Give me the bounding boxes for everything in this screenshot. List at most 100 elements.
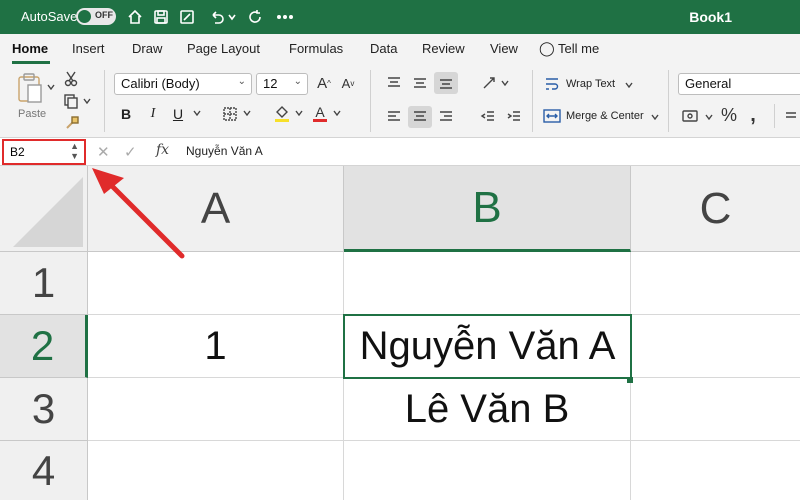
tab-formulas[interactable]: Formulas xyxy=(289,41,343,56)
align-center-icon[interactable] xyxy=(408,106,432,128)
orientation-icon[interactable] xyxy=(478,72,502,94)
font-size-value: 12 xyxy=(263,76,278,91)
ribbon-separator xyxy=(668,70,669,132)
name-box-value: B2 xyxy=(10,145,25,159)
merge-center-icon[interactable] xyxy=(542,106,562,126)
paste-icon[interactable] xyxy=(14,70,46,106)
column-header-a[interactable]: A xyxy=(88,166,344,252)
align-top-icon[interactable] xyxy=(382,72,406,94)
redo-icon[interactable] xyxy=(244,6,266,28)
comma-style-icon[interactable]: , xyxy=(744,104,762,126)
paste-label: Paste xyxy=(18,108,47,120)
home-icon[interactable] xyxy=(124,6,146,28)
tab-insert[interactable]: Insert xyxy=(72,41,105,56)
tab-data[interactable]: Data xyxy=(370,41,397,56)
column-header-b[interactable]: B xyxy=(344,166,631,252)
number-format-value: General xyxy=(685,76,732,91)
name-box[interactable]: B2 ▲ ▼ xyxy=(2,139,86,165)
cell-c4[interactable] xyxy=(631,441,800,500)
wrap-text-icon[interactable] xyxy=(542,74,562,94)
chevron-down-icon: ⌄ xyxy=(293,76,302,87)
cell-c2[interactable] xyxy=(631,315,800,378)
tab-home[interactable]: Home xyxy=(12,41,48,56)
cell-c1[interactable] xyxy=(631,252,800,315)
accounting-format-icon[interactable] xyxy=(680,106,702,126)
tab-draw[interactable]: Draw xyxy=(132,41,162,56)
undo-dropdown-icon[interactable] xyxy=(226,6,238,28)
cell-c3[interactable] xyxy=(631,378,800,441)
decrease-indent-icon[interactable] xyxy=(476,106,500,128)
cell-a1[interactable] xyxy=(88,252,344,315)
font-size-select[interactable]: 12 ⌄ xyxy=(256,73,308,95)
borders-dropdown-icon[interactable] xyxy=(242,108,252,118)
enter-icon[interactable]: ✓ xyxy=(124,143,137,161)
lightbulb-icon: ◯ xyxy=(539,40,555,56)
font-color-dropdown-icon[interactable] xyxy=(332,108,342,118)
row-header-2[interactable]: 2 xyxy=(0,315,88,378)
number-format-select[interactable]: General xyxy=(678,73,800,95)
increase-decimal-icon[interactable] xyxy=(782,106,800,126)
tab-page-layout[interactable]: Page Layout xyxy=(187,41,260,56)
fill-color-dropdown-icon[interactable] xyxy=(294,108,304,118)
ribbon-tabs: Home Insert Draw Page Layout Formulas Da… xyxy=(0,34,800,64)
increase-font-size-icon[interactable]: A ^ xyxy=(314,73,334,93)
ribbon-separator xyxy=(774,104,775,128)
select-all-triangle xyxy=(13,177,83,247)
copy-dropdown-icon[interactable] xyxy=(82,96,92,106)
align-middle-icon[interactable] xyxy=(408,72,432,94)
font-color-icon[interactable]: A xyxy=(310,102,330,124)
align-bottom-icon[interactable] xyxy=(434,72,458,94)
select-all-button[interactable] xyxy=(0,166,88,252)
italic-button[interactable]: I xyxy=(145,104,161,124)
more-icon[interactable] xyxy=(274,6,296,28)
borders-icon[interactable] xyxy=(220,104,240,124)
bold-button[interactable]: B xyxy=(118,104,134,124)
chevron-down-icon: ⌄ xyxy=(237,76,246,87)
increase-indent-icon[interactable] xyxy=(502,106,526,128)
orientation-dropdown-icon[interactable] xyxy=(500,78,510,88)
row-header-3[interactable]: 3 xyxy=(0,378,88,441)
font-name-select[interactable]: Calibri (Body) ⌄ xyxy=(114,73,252,95)
align-right-icon[interactable] xyxy=(434,106,458,128)
autosave-label: AutoSave xyxy=(21,9,78,24)
cut-icon[interactable] xyxy=(62,70,80,88)
tab-tell-me[interactable]: Tell me xyxy=(558,41,599,56)
column-header-c[interactable]: C xyxy=(631,166,800,252)
decrease-font-size-icon[interactable]: Av xyxy=(338,73,358,93)
fill-handle[interactable] xyxy=(627,377,633,383)
tab-view[interactable]: View xyxy=(490,41,518,56)
formula-input[interactable]: Nguyễn Văn A xyxy=(186,144,263,158)
cell-b4[interactable] xyxy=(344,441,631,500)
format-painter-icon[interactable] xyxy=(62,114,82,132)
cell-a2[interactable]: 1 xyxy=(88,315,344,378)
cell-b2[interactable]: Nguyễn Văn A xyxy=(343,314,632,379)
fill-color-icon[interactable] xyxy=(272,102,292,124)
underline-dropdown-icon[interactable] xyxy=(192,108,202,118)
save-icon[interactable] xyxy=(150,6,172,28)
ribbon-separator xyxy=(370,70,371,132)
insert-function-button[interactable]: fx xyxy=(156,142,169,158)
autosave-toggle[interactable]: OFF xyxy=(76,8,116,25)
percent-style-icon[interactable]: % xyxy=(718,104,740,126)
merge-center-dropdown-icon[interactable] xyxy=(650,112,660,122)
align-left-icon[interactable] xyxy=(382,106,406,128)
row-header-4[interactable]: 4 xyxy=(0,441,88,500)
copy-icon[interactable] xyxy=(60,92,82,110)
row-header-1[interactable]: 1 xyxy=(0,252,88,315)
undo-icon[interactable] xyxy=(206,6,228,28)
underline-button[interactable]: U xyxy=(170,104,186,124)
ribbon-separator xyxy=(532,70,533,132)
wrap-text-dropdown-icon[interactable] xyxy=(624,80,634,90)
name-box-stepper-icon[interactable]: ▲ ▼ xyxy=(70,141,79,161)
paste-dropdown-icon[interactable] xyxy=(46,82,56,92)
edit-icon[interactable] xyxy=(176,6,198,28)
merge-center-label[interactable]: Merge & Center xyxy=(566,110,644,122)
cell-a3[interactable] xyxy=(88,378,344,441)
cancel-icon[interactable]: ✕ xyxy=(97,143,110,161)
wrap-text-label[interactable]: Wrap Text xyxy=(566,78,615,90)
accounting-dropdown-icon[interactable] xyxy=(704,112,714,122)
tab-review[interactable]: Review xyxy=(422,41,465,56)
cell-b3[interactable]: Lê Văn B xyxy=(344,378,631,441)
cell-b1[interactable] xyxy=(344,252,631,315)
cell-a4[interactable] xyxy=(88,441,344,500)
